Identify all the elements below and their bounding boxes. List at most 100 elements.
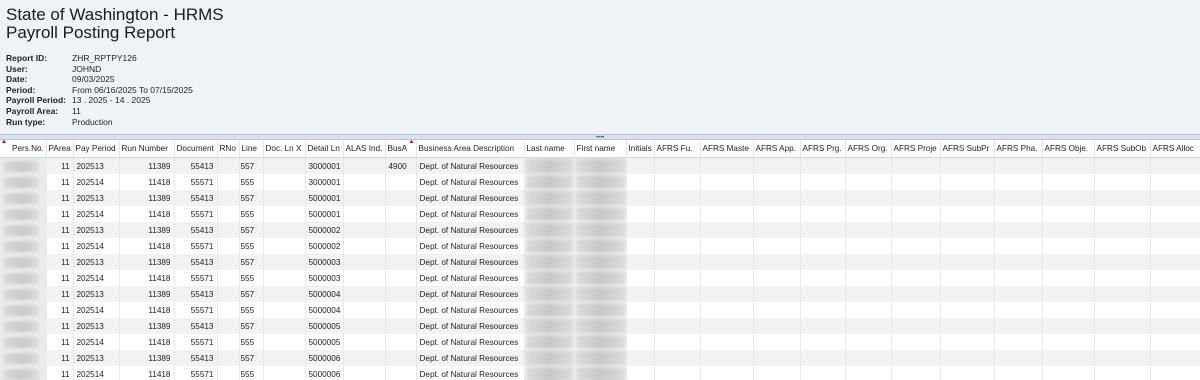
table-row[interactable]: 11 202513 11389 55413 557 5000005 Dept. of Nat… <box>0 318 1200 334</box>
run-number-cell: 11389 <box>119 350 175 366</box>
table-row[interactable]: 11 202513 11389 55413 557 5000002 Dept. of Nat… <box>0 222 1200 238</box>
empty-cell <box>1094 222 1151 238</box>
document-cell: 55571 <box>174 334 218 350</box>
empty-cell <box>1042 174 1095 190</box>
empty-cell <box>940 190 995 206</box>
column-header[interactable]: Last name <box>524 140 575 158</box>
column-header-label: AFRS Alloc <box>1152 144 1194 153</box>
column-header[interactable]: AFRS SubOb <box>1094 140 1151 158</box>
busa-cell <box>385 366 417 380</box>
table-row[interactable]: 11 202513 11389 55413 557 3000001 4900 Dept. of… <box>0 157 1200 174</box>
column-header-label: Line <box>241 144 257 153</box>
table-row[interactable]: 11 202514 11418 55571 555 5000006 Dept. of Nat… <box>0 366 1200 380</box>
first-name-cell-redacted <box>574 350 627 366</box>
parea-cell: 11 <box>46 190 74 206</box>
empty-cell <box>1094 270 1151 286</box>
column-header[interactable]: Doc. Ln X <box>263 140 306 158</box>
column-header[interactable]: ▲ Pers.No. <box>0 140 47 158</box>
run-number-cell: 11418 <box>119 206 175 222</box>
doc-ln-x-cell <box>263 222 306 238</box>
empty-cell <box>1150 270 1200 286</box>
table-row[interactable]: 11 202514 11418 55571 555 5000005 Dept. of Nat… <box>0 334 1200 350</box>
empty-cell <box>626 350 655 366</box>
empty-cell <box>891 318 941 334</box>
table-row[interactable]: 11 202514 11418 55571 555 3000001 Dept. of Nat… <box>0 174 1200 190</box>
run-number-cell: 11389 <box>119 222 175 238</box>
table-row[interactable]: 11 202514 11418 55571 555 5000002 Dept. of Nat… <box>0 238 1200 254</box>
business-area-description-cell: Dept. of Natural Resources <box>416 190 525 206</box>
column-header[interactable]: Line <box>239 140 264 158</box>
empty-cell <box>891 190 941 206</box>
table-row[interactable]: 11 202514 11418 55571 555 5000001 Dept. of Nat… <box>0 206 1200 222</box>
detail-ln-cell: 5000006 <box>305 350 344 366</box>
line-cell: 555 <box>239 334 264 350</box>
pers-no-cell-redacted <box>0 238 47 254</box>
column-header[interactable]: Document <box>174 140 218 158</box>
column-header[interactable]: AFRS Pha. <box>994 140 1043 158</box>
column-header-label: ALAS Ind. <box>345 144 383 153</box>
empty-cell <box>994 174 1043 190</box>
table-row[interactable]: 11 202513 11389 55413 557 5000006 Dept. of Nat… <box>0 350 1200 366</box>
empty-cell <box>753 366 801 380</box>
redacted-block <box>3 208 39 220</box>
empty-cell <box>654 222 701 238</box>
empty-cell <box>1094 206 1151 222</box>
alas-ind-cell <box>343 366 386 380</box>
table-row[interactable]: 11 202513 11389 55413 557 5000004 Dept. of Nat… <box>0 286 1200 302</box>
last-name-cell-redacted <box>524 350 575 366</box>
column-header[interactable]: AFRS SubPr <box>940 140 995 158</box>
table-row[interactable]: 11 202514 11418 55571 555 5000003 Dept. of Nat… <box>0 270 1200 286</box>
column-header[interactable]: ▲ BusA <box>385 140 417 158</box>
column-header[interactable]: Pay Period <box>73 140 120 158</box>
column-header[interactable]: Initials <box>626 140 655 158</box>
redacted-block <box>3 336 39 348</box>
document-cell: 55413 <box>174 286 218 302</box>
empty-cell <box>626 302 655 318</box>
column-header[interactable]: Run Number <box>119 140 175 158</box>
document-cell: 55571 <box>174 206 218 222</box>
alas-ind-cell <box>343 270 386 286</box>
column-header[interactable]: RNo <box>217 140 240 158</box>
busa-cell <box>385 318 417 334</box>
empty-cell <box>845 222 892 238</box>
doc-ln-x-cell <box>263 302 306 318</box>
empty-cell <box>1042 157 1095 174</box>
empty-cell <box>891 270 941 286</box>
table-body: 11 202513 11389 55413 557 3000001 4900 Dept. of… <box>0 157 1200 380</box>
empty-cell <box>654 254 701 270</box>
rno-cell <box>217 350 240 366</box>
empty-cell <box>700 366 754 380</box>
column-header[interactable]: ALAS Ind. <box>343 140 386 158</box>
column-header[interactable]: Detail Ln <box>305 140 344 158</box>
column-header[interactable]: PArea <box>46 140 74 158</box>
column-header[interactable]: AFRS Prg. <box>800 140 846 158</box>
document-cell: 55413 <box>174 350 218 366</box>
empty-cell <box>845 206 892 222</box>
empty-cell <box>654 286 701 302</box>
column-header[interactable]: AFRS Fu. <box>654 140 701 158</box>
column-header[interactable]: AFRS Alloc <box>1150 140 1200 158</box>
column-header[interactable]: Business Area Description <box>416 140 525 158</box>
empty-cell <box>994 206 1043 222</box>
empty-cell <box>940 270 995 286</box>
column-header[interactable]: AFRS Obje. <box>1042 140 1095 158</box>
empty-cell <box>753 222 801 238</box>
column-header[interactable]: AFRS Org. <box>845 140 892 158</box>
redacted-block <box>524 302 573 318</box>
table-row[interactable]: 11 202514 11418 55571 555 5000004 Dept. of Nat… <box>0 302 1200 318</box>
redacted-block <box>3 256 39 268</box>
column-header[interactable]: AFRS Maste <box>700 140 754 158</box>
rno-cell <box>217 174 240 190</box>
column-header[interactable]: AFRS App. <box>753 140 801 158</box>
run-number-cell: 11418 <box>119 270 175 286</box>
empty-cell <box>940 286 995 302</box>
column-header-label: First name <box>576 144 616 153</box>
column-header[interactable]: AFRS Proje <box>891 140 941 158</box>
empty-cell <box>800 190 846 206</box>
empty-cell <box>1094 366 1151 380</box>
column-header[interactable]: First name <box>574 140 627 158</box>
empty-cell <box>626 174 655 190</box>
table-row[interactable]: 11 202513 11389 55413 557 5000003 Dept. of Nat… <box>0 254 1200 270</box>
parea-cell: 11 <box>46 222 74 238</box>
table-row[interactable]: 11 202513 11389 55413 557 5000001 Dept. of Nat… <box>0 190 1200 206</box>
